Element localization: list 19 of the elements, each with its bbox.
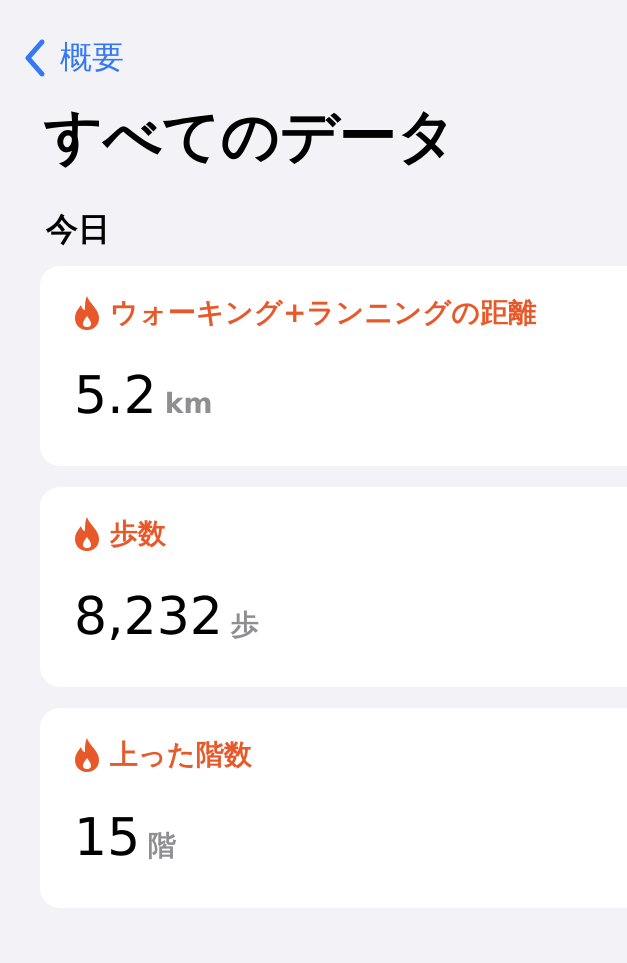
card-title: ウォーキング+ランニングの距離 bbox=[110, 294, 536, 331]
back-chevron-icon bbox=[24, 39, 46, 77]
page-title: すべてのデータ bbox=[44, 102, 457, 172]
data-card[interactable]: ウォーキング+ランニングの距離 5.2 km bbox=[40, 266, 627, 466]
metric-value: 5.2 bbox=[74, 366, 157, 426]
flame-icon bbox=[74, 516, 100, 552]
metric-unit: km bbox=[164, 386, 212, 420]
metric-unit: 階 bbox=[148, 828, 176, 864]
flame-icon bbox=[74, 294, 100, 331]
card-title: 歩数 bbox=[110, 516, 166, 552]
data-card[interactable]: 歩数 8,232 歩 bbox=[40, 486, 627, 687]
section-heading: 今日 bbox=[46, 208, 111, 250]
flame-icon bbox=[74, 736, 100, 773]
metric-unit: 歩 bbox=[230, 606, 259, 643]
metric-value: 15 bbox=[74, 808, 140, 868]
data-card[interactable]: 上った階数 15 階 bbox=[40, 708, 627, 908]
metric-value: 8,232 bbox=[74, 586, 223, 647]
back-link[interactable]: 概要 bbox=[24, 36, 124, 80]
card-title: 上った階数 bbox=[110, 736, 252, 773]
